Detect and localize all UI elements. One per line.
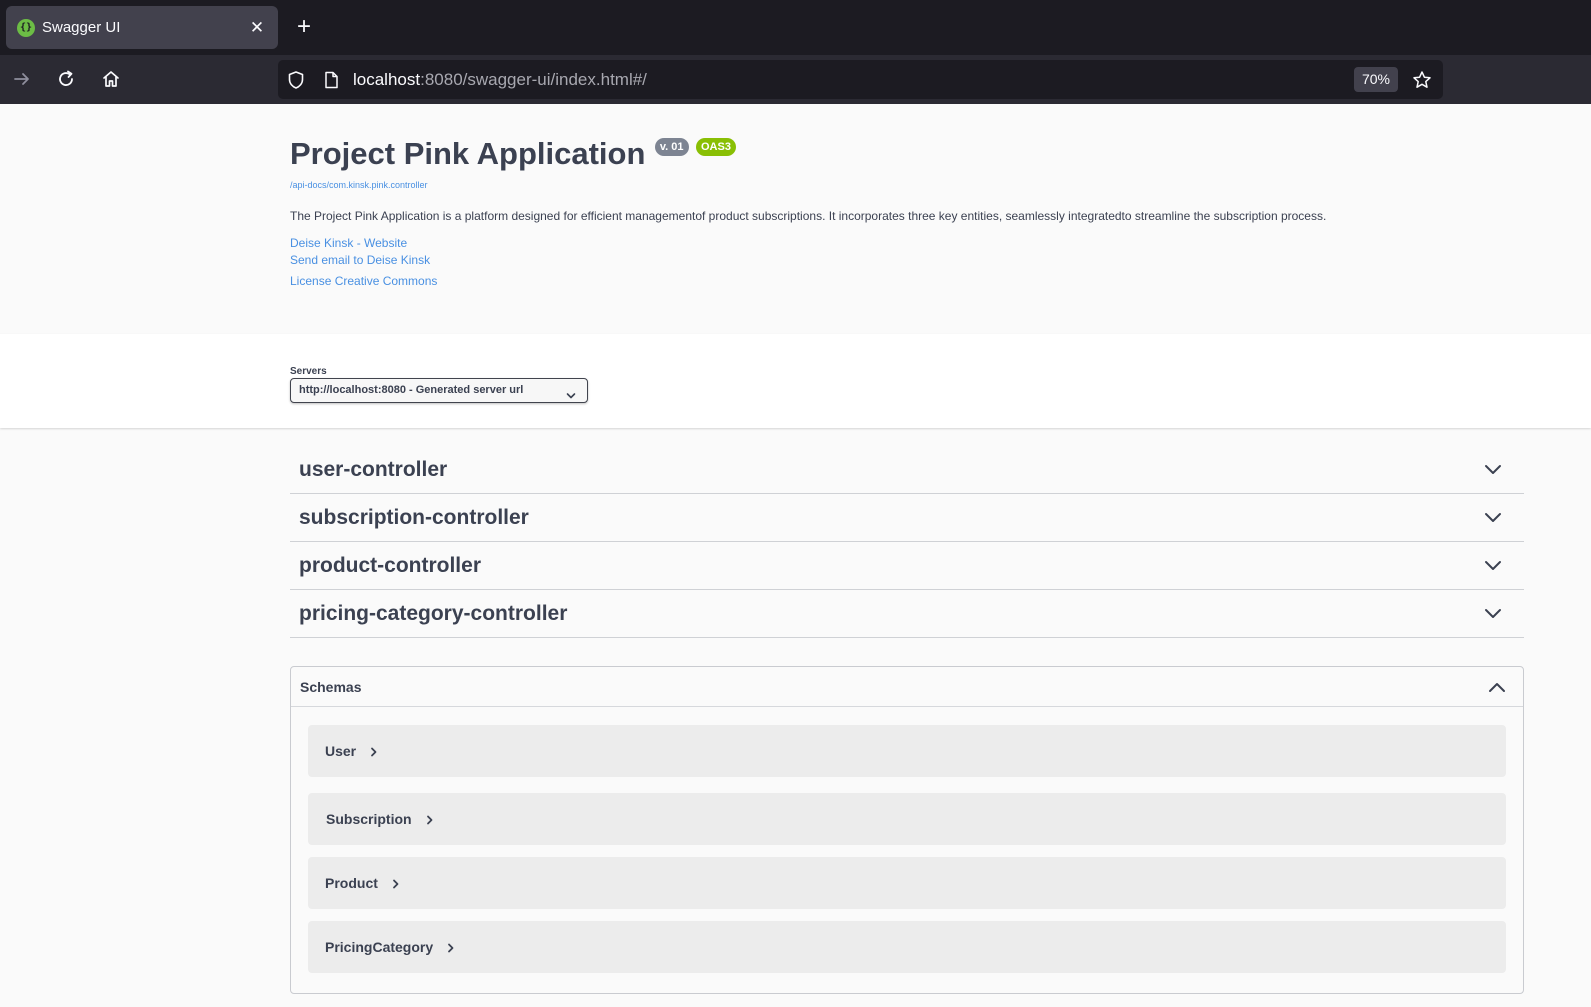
schema-name: PricingCategory: [325, 939, 455, 956]
close-tab-icon[interactable]: ✕: [246, 17, 268, 39]
controller-subscription[interactable]: subscription-controller: [290, 494, 1524, 542]
shield-icon[interactable]: [281, 65, 311, 95]
chevron-right-icon: [370, 744, 378, 760]
schemas-header[interactable]: Schemas: [291, 667, 1523, 707]
controller-name: pricing-category-controller: [299, 602, 568, 625]
schema-name-text: User: [325, 743, 357, 759]
controller-pricing-category[interactable]: pricing-category-controller: [290, 590, 1524, 638]
chevron-down-icon[interactable]: [1484, 606, 1502, 624]
new-tab-icon[interactable]: +: [290, 13, 318, 41]
browser-toolbar: localhost:8080/swagger-ui/index.html#/ 7…: [0, 55, 1591, 105]
address-bar[interactable]: localhost:8080/swagger-ui/index.html#/ 7…: [278, 60, 1443, 99]
page-icon[interactable]: [316, 65, 346, 95]
url-host: localhost: [353, 70, 421, 89]
chevron-down-icon: [566, 387, 576, 405]
url-text[interactable]: localhost:8080/swagger-ui/index.html#/: [353, 70, 647, 90]
schema-name-text: PricingCategory: [325, 939, 434, 955]
license-link[interactable]: License Creative Commons: [290, 274, 437, 288]
reload-icon[interactable]: [51, 64, 81, 94]
schema-pricing-category[interactable]: PricingCategory: [308, 921, 1506, 973]
chevron-up-icon[interactable]: [1488, 680, 1506, 698]
schema-subscription[interactable]: Subscription: [308, 793, 1506, 845]
email-link[interactable]: Send email to Deise Kinsk: [290, 253, 430, 267]
servers-section: Servers http://localhost:8080 - Generate…: [0, 334, 1591, 428]
api-docs-link[interactable]: /api-docs/com.kinsk.pink.controller: [290, 180, 428, 190]
chevron-right-icon: [392, 876, 400, 892]
api-description: The Project Pink Application is a platfo…: [290, 209, 1327, 223]
servers-selected-value: http://localhost:8080 - Generated server…: [299, 384, 524, 396]
browser-tab-swagger[interactable]: {} Swagger UI ✕: [6, 6, 278, 49]
home-icon[interactable]: [96, 64, 126, 94]
controller-product[interactable]: product-controller: [290, 542, 1524, 590]
chevron-right-icon: [426, 812, 434, 828]
forward-icon[interactable]: [7, 64, 37, 94]
schemas-section: Schemas User Subscription Product Pricin…: [290, 666, 1524, 994]
controller-user[interactable]: user-controller: [290, 446, 1524, 494]
chevron-down-icon[interactable]: [1484, 462, 1502, 480]
chevron-down-icon[interactable]: [1484, 558, 1502, 576]
schema-name-text: Subscription: [326, 811, 412, 827]
servers-label: Servers: [290, 366, 327, 377]
servers-select[interactable]: http://localhost:8080 - Generated server…: [290, 378, 588, 403]
url-path: :8080/swagger-ui/index.html#/: [420, 70, 647, 89]
api-info-section: Project Pink Application v. 01 OAS3 /api…: [0, 104, 1591, 334]
controller-name: product-controller: [299, 554, 481, 577]
star-icon[interactable]: [1407, 65, 1437, 95]
zoom-level-badge[interactable]: 70%: [1354, 67, 1398, 92]
schema-name: Product: [325, 875, 400, 892]
chevron-down-icon[interactable]: [1484, 510, 1502, 528]
schemas-title: Schemas: [300, 679, 362, 695]
title-row: Project Pink Application v. 01 OAS3: [290, 134, 736, 174]
tab-title: Swagger UI: [42, 19, 121, 36]
controller-name: user-controller: [299, 458, 448, 481]
controller-name: subscription-controller: [299, 506, 529, 529]
oas3-badge: OAS3: [695, 138, 736, 156]
website-link[interactable]: Deise Kinsk - Website: [290, 236, 407, 250]
schema-product[interactable]: Product: [308, 857, 1506, 909]
page-title: Project Pink Application: [290, 136, 646, 171]
swagger-favicon-icon: {}: [17, 19, 35, 37]
chevron-right-icon: [447, 940, 455, 956]
schema-name: User: [325, 743, 378, 760]
schema-name-text: Product: [325, 875, 378, 891]
version-badge: v. 01: [654, 138, 689, 156]
browser-tab-strip: {} Swagger UI ✕ +: [0, 0, 1591, 55]
schema-name: Subscription: [326, 811, 434, 828]
schema-user[interactable]: User: [308, 725, 1506, 777]
